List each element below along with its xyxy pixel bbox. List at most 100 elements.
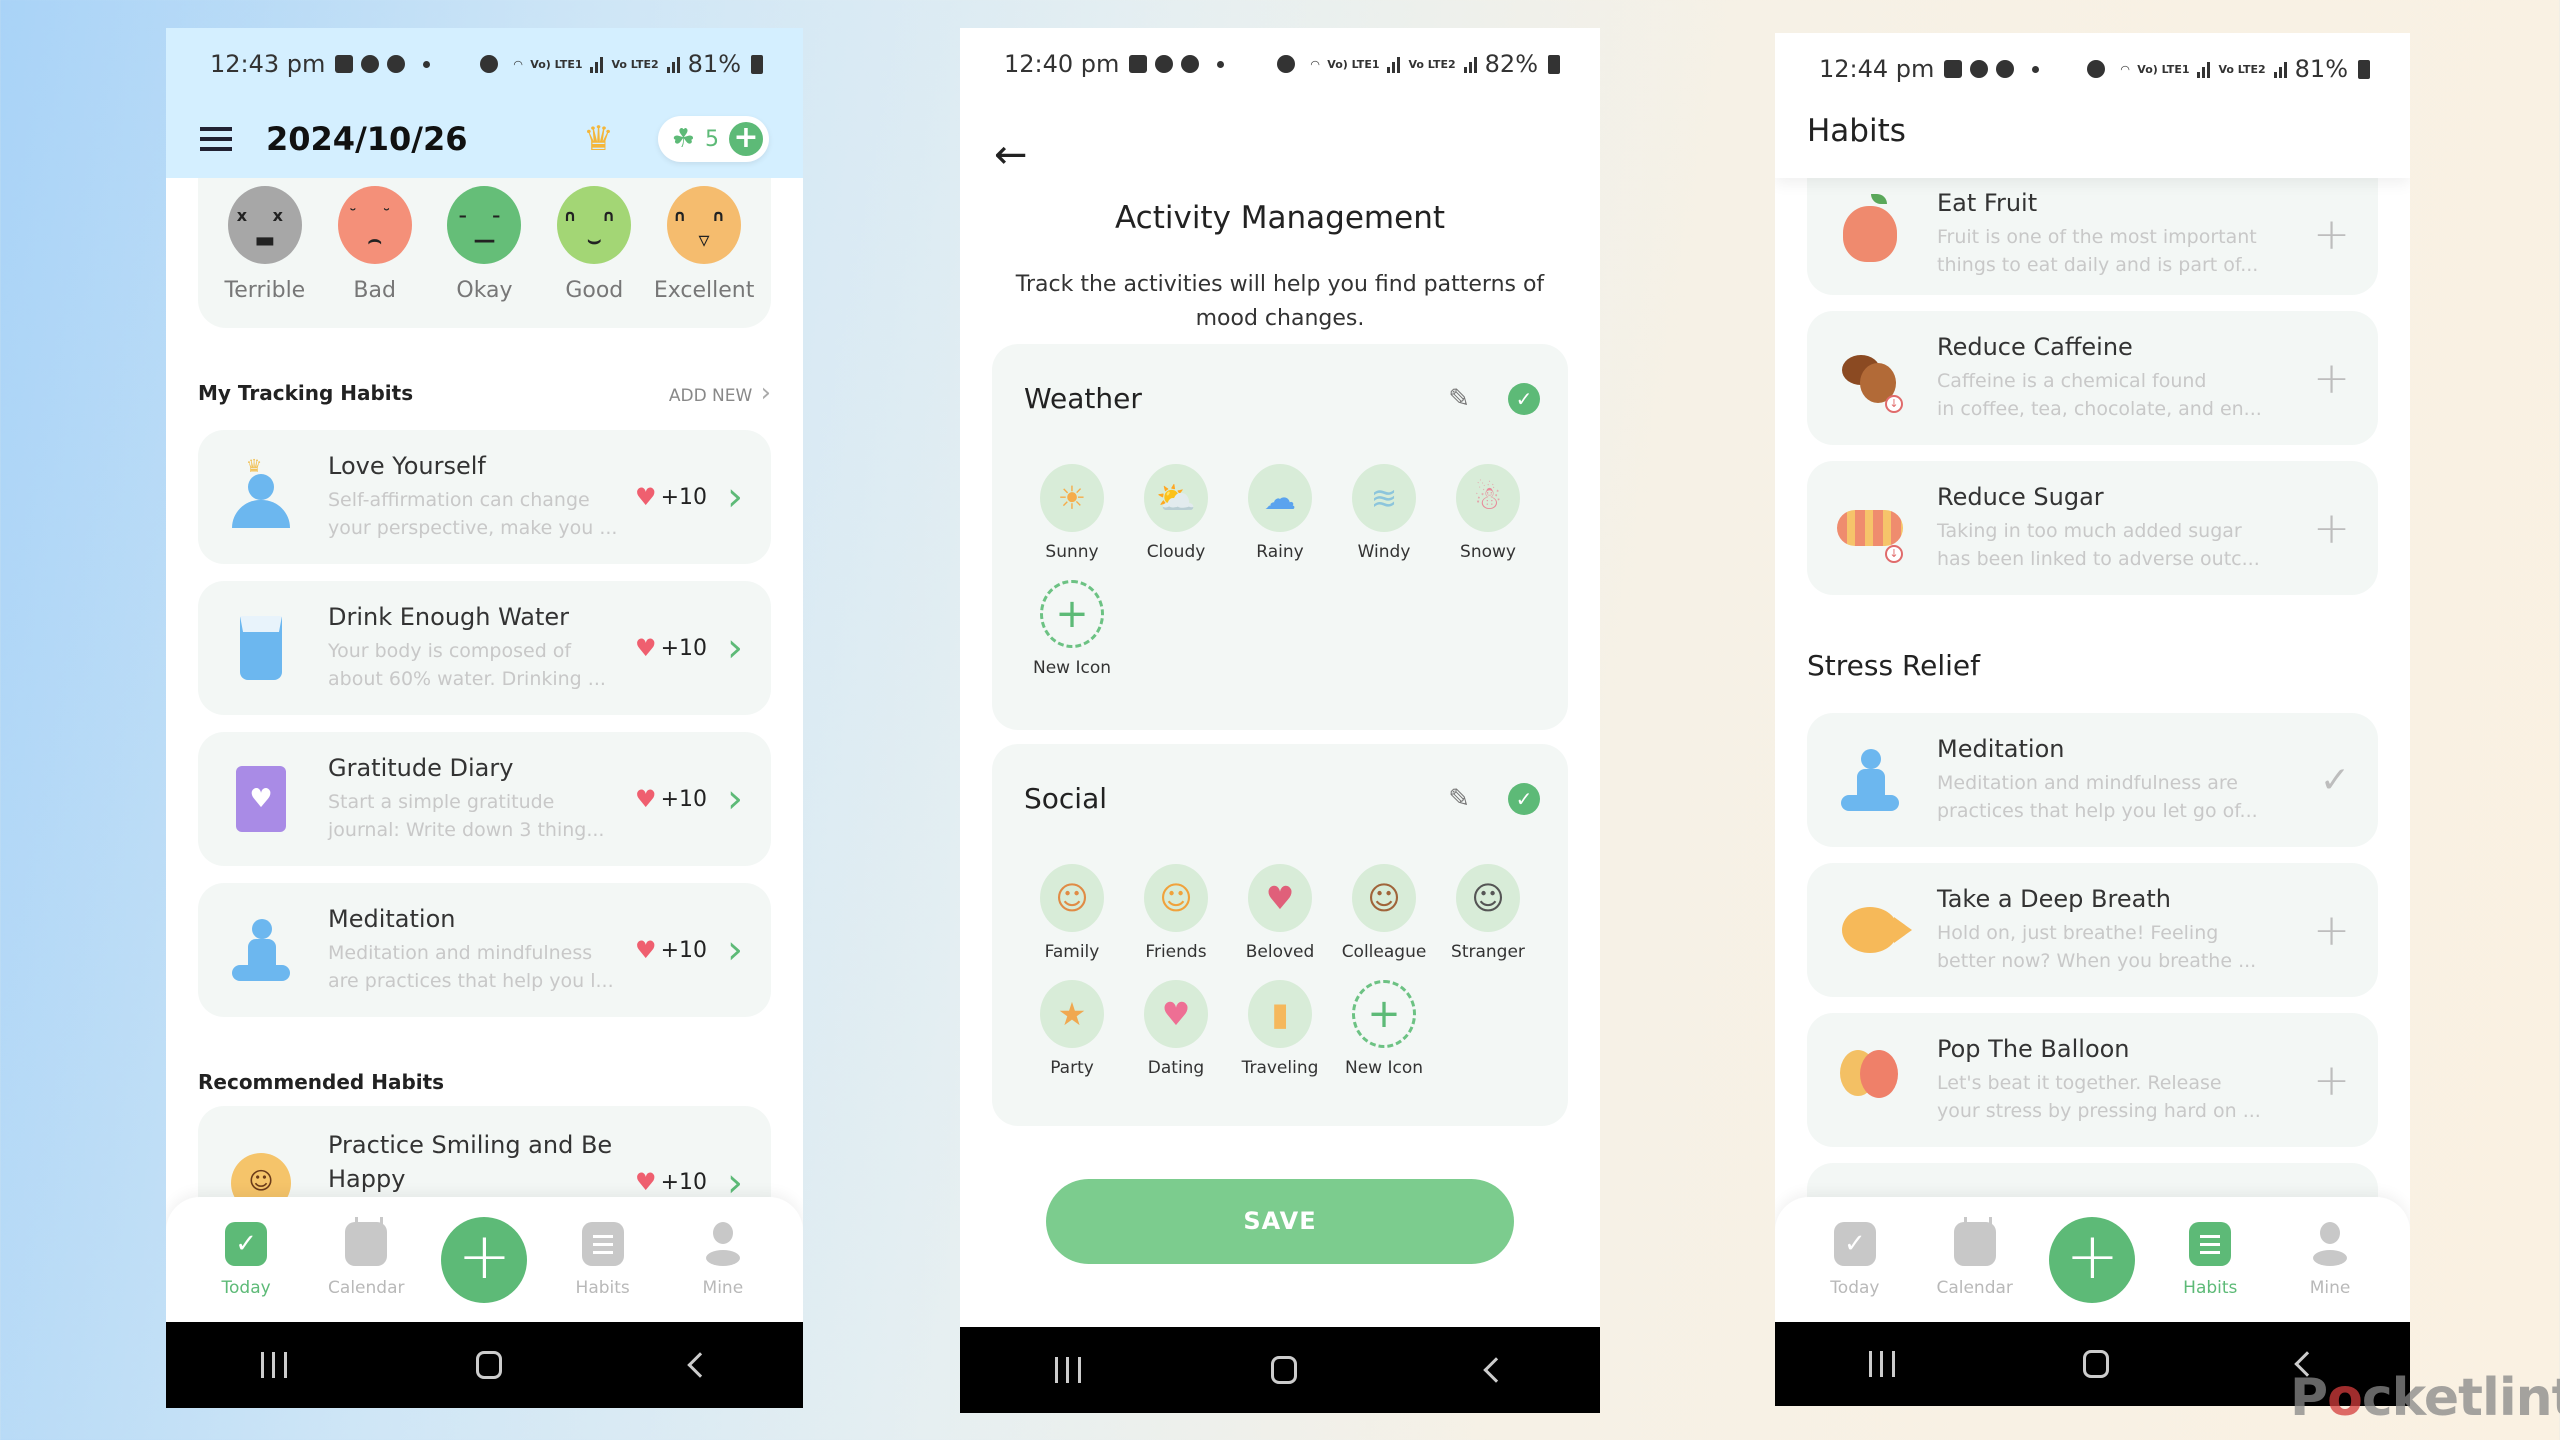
recent-apps-icon[interactable] (1869, 1351, 1896, 1377)
current-date[interactable]: 2024/10/26 (266, 120, 468, 158)
chevron-right-icon[interactable]: › (727, 1163, 743, 1203)
stranger-icon: ☺ (1456, 864, 1520, 932)
status-time: 12:43 pm (210, 50, 326, 78)
activity-item[interactable]: ▮ Traveling (1228, 980, 1332, 1078)
new-icon-button[interactable]: + New Icon (1332, 980, 1436, 1078)
add-habit-icon[interactable]: + (2313, 503, 2350, 554)
habit-card[interactable]: ↓ Reduce Caffeine Caffeine is a chemical… (1807, 311, 2378, 445)
suitcase-icon: ▮ (1248, 980, 1312, 1048)
alarm-icon (2086, 60, 2105, 78)
check-circle-icon[interactable]: ✓ (1508, 782, 1540, 815)
tab-mine[interactable]: Mine (2285, 1221, 2375, 1298)
add-clover-icon[interactable]: + (729, 122, 763, 156)
habit-title: Reduce Sugar (1937, 483, 2104, 511)
check-circle-icon[interactable]: ✓ (1508, 382, 1540, 415)
home-icon[interactable] (1271, 1356, 1297, 1384)
signal-icon (2273, 60, 2287, 78)
back-icon[interactable] (1483, 1357, 1509, 1383)
save-button[interactable]: SAVE (1046, 1179, 1514, 1264)
activity-item[interactable]: ★ Party (1020, 980, 1124, 1078)
add-habit-icon[interactable]: + (2313, 1055, 2350, 1106)
family-icon: ☺ (1040, 864, 1104, 932)
activity-item[interactable]: ☃ Snowy (1436, 464, 1540, 562)
activity-item[interactable]: ☺ Friends (1124, 864, 1228, 962)
home-icon[interactable] (475, 1351, 502, 1379)
edit-pencil-icon[interactable]: ✎ (1448, 384, 1470, 414)
signal-icon (666, 55, 680, 73)
activity-item[interactable]: ☁ Rainy (1228, 464, 1332, 562)
activity-item[interactable]: ♥ Beloved (1228, 864, 1332, 962)
good-face-icon: ∩ ∩ ⌣ (557, 186, 632, 264)
home-icon[interactable] (2083, 1350, 2110, 1378)
habit-card[interactable]: Drink Enough Water Your body is composed… (198, 581, 771, 715)
chevron-right-icon[interactable]: › (727, 628, 743, 668)
chevron-right-icon[interactable]: › (727, 779, 743, 819)
mood-option[interactable]: x x ▬ Terrible (215, 178, 315, 328)
tab-habits[interactable]: Habits (558, 1221, 648, 1298)
habit-card[interactable]: Meditation Meditation and mindfulness ar… (198, 883, 771, 1017)
habit-title: Practice Smiling and Be Happy (328, 1131, 613, 1193)
recent-apps-icon[interactable] (260, 1352, 287, 1378)
crown-icon[interactable]: ♛ (583, 119, 613, 159)
add-habit-icon[interactable]: + (2313, 353, 2350, 404)
habit-description: practices that help you let go of... (1937, 800, 2258, 822)
activity-item[interactable]: ☺ Stranger (1436, 864, 1540, 962)
back-icon[interactable] (686, 1352, 713, 1378)
terrible-face-icon: x x ▬ (227, 186, 302, 264)
tab-today[interactable]: ✓ Today (1810, 1221, 1900, 1298)
add-habit-icon[interactable]: + (2313, 209, 2350, 260)
habit-description: Meditation and mindfulness (328, 942, 593, 964)
wifi-icon: ◠ (1310, 57, 1320, 71)
add-new-link[interactable]: ADD NEW (669, 378, 771, 408)
edit-pencil-icon[interactable]: ✎ (1448, 784, 1470, 814)
activity-item[interactable]: ♥ Dating (1124, 980, 1228, 1078)
tab-calendar[interactable]: Calendar (321, 1216, 411, 1298)
activity-item[interactable]: ☀ Sunny (1020, 464, 1124, 562)
tab-habits[interactable]: Habits (2165, 1221, 2255, 1298)
mood-option[interactable]: ∩ ∩ ⌣ Good (544, 178, 644, 328)
signal-icon (1463, 55, 1477, 73)
add-entry-button[interactable]: + (2049, 1216, 2136, 1303)
habit-card[interactable]: Take a Deep Breath Hold on, just breathe… (1807, 863, 2378, 997)
tab-mine[interactable]: Mine (678, 1221, 768, 1298)
add-habit-icon[interactable]: + (2313, 905, 2350, 956)
battery-percent: 81% (687, 50, 741, 78)
habit-card[interactable]: Eat Fruit Fruit is one of the most impor… (1807, 173, 2378, 295)
beloved-icon: ♥ (1248, 864, 1312, 932)
love-yourself-icon: ♛ (228, 456, 294, 532)
tab-calendar[interactable]: Calendar (1930, 1216, 2020, 1298)
habit-card[interactable]: ↓ Reduce Sugar Taking in too much added … (1807, 461, 2378, 595)
activity-item[interactable]: ☺ Colleague (1332, 864, 1436, 962)
cloudy-icon: ⛅ (1144, 464, 1208, 532)
habit-title: Take a Deep Breath (1937, 885, 2171, 913)
mood-option[interactable]: – – — Okay (434, 178, 534, 328)
habit-card[interactable]: ♥ Gratitude Diary Start a simple gratitu… (198, 732, 771, 866)
rainy-icon: ☁ (1248, 464, 1312, 532)
clover-balance-button[interactable]: ☘ 5 + (657, 116, 769, 162)
back-arrow-icon[interactable]: ← (994, 132, 1028, 178)
chevron-right-icon[interactable]: › (727, 930, 743, 970)
mood-option[interactable]: ˘ ˘ ⌢ Bad (325, 178, 425, 328)
signal-icon (1387, 55, 1401, 73)
added-check-icon[interactable]: ✓ (2320, 760, 2350, 801)
habits-header: 12:44 pm ◠ Vo) LTE1 Vo LTE2 81% Habits (1775, 33, 2410, 178)
habit-title: Eat Fruit (1937, 189, 2038, 217)
tab-today[interactable]: ✓ Today (201, 1221, 291, 1298)
hamburger-icon[interactable] (200, 127, 232, 151)
signal-icon (590, 55, 604, 73)
sim2-label: Vo LTE2 (611, 57, 659, 71)
chat-notification-icon (1155, 55, 1174, 73)
recent-apps-icon[interactable] (1055, 1357, 1081, 1383)
chevron-right-icon[interactable]: › (727, 477, 743, 517)
habit-description: Hold on, just breathe! Feeling (1937, 922, 2219, 944)
activity-item[interactable]: ⛅ Cloudy (1124, 464, 1228, 562)
habit-card[interactable]: ♛ Love Yourself Self-affirmation can cha… (198, 430, 771, 564)
activity-item[interactable]: ≋ Windy (1332, 464, 1436, 562)
habit-card[interactable]: Meditation Meditation and mindfulness ar… (1807, 713, 2378, 847)
activity-item[interactable]: ☺ Family (1020, 864, 1124, 962)
mood-option[interactable]: ∩ ∩ ▿ Excellent (654, 178, 754, 328)
add-entry-button[interactable]: + (441, 1216, 528, 1303)
habit-card[interactable]: Pop The Balloon Let's beat it together. … (1807, 1013, 2378, 1147)
new-icon-button[interactable]: + New Icon (1020, 580, 1124, 678)
checkbox-icon: ✓ (1833, 1221, 1876, 1266)
